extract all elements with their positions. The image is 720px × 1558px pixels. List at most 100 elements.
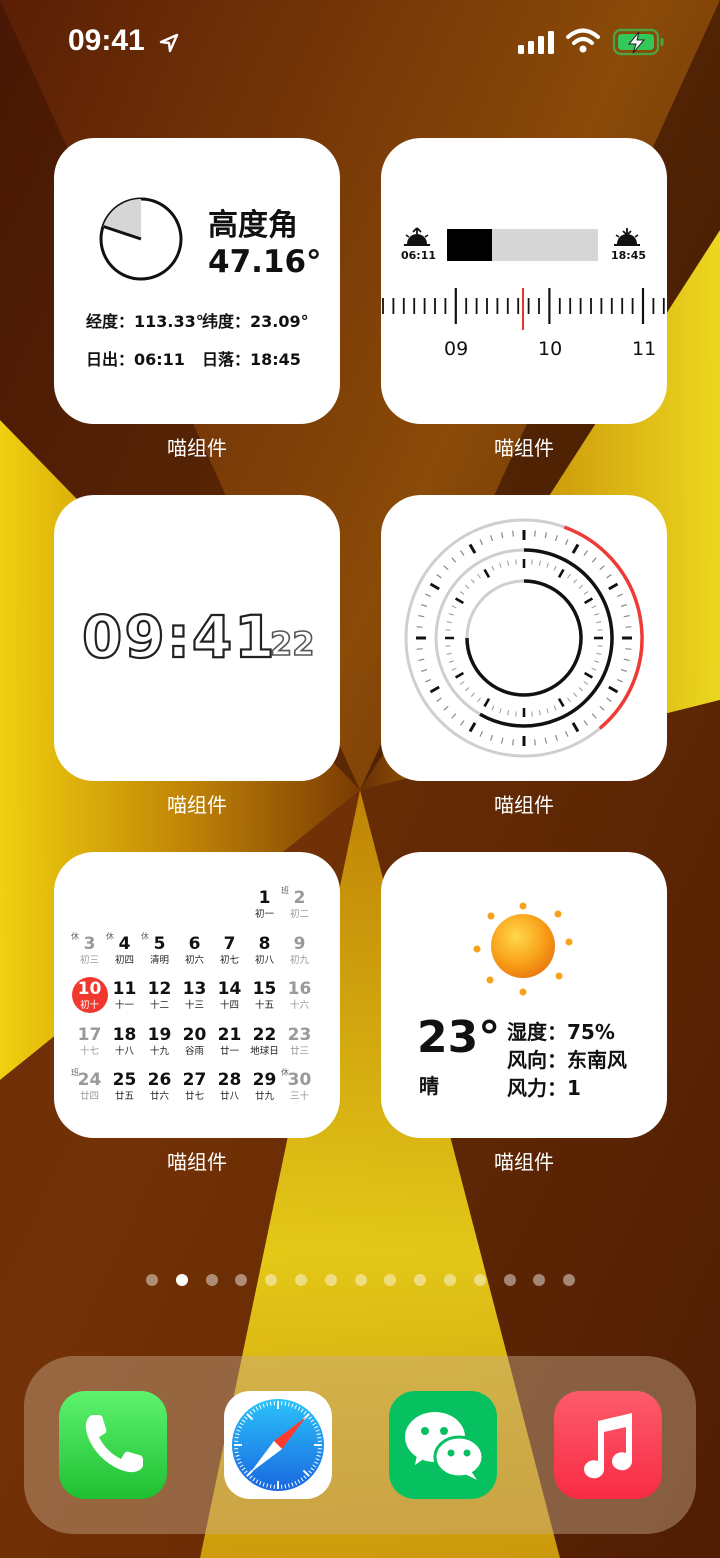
calendar-day-today[interactable]: 10 初十 bbox=[72, 973, 108, 1019]
page-dot[interactable] bbox=[414, 1274, 427, 1286]
music-app-icon[interactable] bbox=[554, 1391, 662, 1499]
page-dot[interactable] bbox=[235, 1274, 248, 1286]
calendar-day[interactable]: 27 廿七 bbox=[177, 1064, 212, 1110]
calendar-day[interactable]: 21 廿一 bbox=[212, 1019, 247, 1065]
calendar-day[interactable]: 2 初二班 bbox=[281, 882, 317, 928]
calendar-day[interactable]: 13 十三 bbox=[177, 973, 212, 1019]
calendar-lunar-label: 十二 bbox=[149, 1000, 169, 1011]
calendar-day[interactable]: 18 十八 bbox=[107, 1019, 142, 1065]
middle-tick bbox=[557, 568, 565, 579]
widget-label: 喵组件 bbox=[167, 436, 227, 460]
calendar-day[interactable]: 1 初一 bbox=[247, 882, 282, 928]
page-dot[interactable] bbox=[324, 1274, 337, 1286]
safari-app-icon[interactable] bbox=[224, 1391, 332, 1499]
calendar-day-number: 14 bbox=[217, 979, 242, 999]
calendar-lunar-label: 十五 bbox=[254, 1000, 274, 1011]
middle-tick bbox=[451, 605, 457, 609]
calendar-day[interactable]: 12 十二 bbox=[142, 973, 177, 1019]
calendar-lunar-label: 廿三 bbox=[289, 1045, 309, 1057]
calendar-day-number: 10 bbox=[77, 979, 102, 999]
calendar-day[interactable]: 5 清明休 bbox=[141, 928, 177, 974]
calendar-day[interactable]: 20 谷雨 bbox=[177, 1019, 212, 1065]
page-dot[interactable] bbox=[205, 1274, 218, 1286]
calendar-day[interactable]: 7 初七 bbox=[212, 928, 247, 974]
outer-tick bbox=[620, 604, 627, 608]
calendar-lunar-label: 初十 bbox=[79, 1000, 99, 1011]
widget-label: 喵组件 bbox=[494, 1150, 554, 1174]
page-indicator[interactable] bbox=[0, 1270, 720, 1290]
outer-tick bbox=[416, 648, 423, 650]
calendar-lunar-label: 初九 bbox=[289, 954, 309, 966]
page-dot[interactable] bbox=[265, 1274, 278, 1286]
calendar-lunar-label: 初六 bbox=[184, 954, 204, 966]
outer-tick bbox=[512, 739, 514, 746]
calendar-day[interactable]: 30 三十休 bbox=[281, 1064, 317, 1110]
page-dot[interactable] bbox=[444, 1274, 456, 1286]
calendar-day[interactable]: 9 初九 bbox=[282, 928, 317, 974]
calendar-day[interactable]: 15 十五 bbox=[247, 973, 282, 1019]
sun-angle-pie-icon bbox=[99, 197, 184, 281]
calendar-day[interactable]: 6 初六 bbox=[177, 928, 212, 974]
outer-tick bbox=[425, 678, 432, 683]
minutes-arc bbox=[479, 548, 614, 728]
calendar-day[interactable]: 25 廿五 bbox=[107, 1064, 142, 1110]
calendar-day[interactable]: 19 十九 bbox=[142, 1019, 177, 1065]
sunrise-time: 06:11 bbox=[401, 249, 437, 262]
compass-tick bbox=[269, 1401, 272, 1406]
calendar-day[interactable]: 3 初三休 bbox=[71, 928, 107, 974]
calendar-day[interactable]: 14 十四 bbox=[212, 973, 247, 1019]
calendar-day[interactable]: 24 廿四班 bbox=[71, 1064, 107, 1110]
phone-app-icon[interactable] bbox=[59, 1391, 167, 1499]
page-dot-active[interactable] bbox=[175, 1274, 188, 1286]
calendar-widget[interactable]: 1 初一 2 初二班 3 初三休 4 初四休 5 清明休 6 初六 7 初七 8 初八 9 初九 10 初十 11 十一 1… bbox=[54, 852, 340, 1138]
calendar-day[interactable]: 23 廿三 bbox=[282, 1019, 317, 1065]
outer-tick bbox=[421, 604, 428, 608]
outer-tick bbox=[544, 532, 548, 539]
outer-tick bbox=[623, 658, 630, 662]
middle-tick bbox=[515, 559, 517, 565]
middle-tick bbox=[583, 671, 594, 679]
analog-ring-clock-widget[interactable] bbox=[381, 495, 667, 781]
calendar-day[interactable]: 26 廿六 bbox=[142, 1064, 177, 1110]
outer-tick bbox=[620, 668, 627, 672]
calendar-day[interactable]: 11 十一 bbox=[107, 973, 142, 1019]
page-dot[interactable] bbox=[563, 1274, 576, 1286]
calendar-day[interactable]: 29 廿九 bbox=[247, 1064, 282, 1110]
page-dot[interactable] bbox=[146, 1274, 158, 1286]
calendar-day[interactable]: 16 十六 bbox=[282, 973, 317, 1019]
middle-tick bbox=[591, 667, 597, 671]
calendar-lunar-label: 初八 bbox=[254, 954, 274, 966]
calendar-day[interactable]: 8 初八 bbox=[247, 928, 282, 974]
weather-widget[interactable]: 23° 晴 湿度：75% 风向：东南风 风力：1 bbox=[381, 852, 667, 1138]
page-dot[interactable] bbox=[473, 1274, 486, 1286]
middle-tick bbox=[499, 562, 502, 568]
page-dot[interactable] bbox=[384, 1274, 397, 1286]
digital-clock-widget[interactable]: 09:41 22 bbox=[54, 495, 340, 781]
widget-label: 喵组件 bbox=[494, 793, 554, 817]
sun-timeline-widget[interactable]: 06:11 18:45 09 10 11 bbox=[381, 138, 667, 424]
outer-tick bbox=[451, 557, 457, 563]
middle-tick bbox=[470, 692, 475, 698]
outer-tick bbox=[544, 737, 548, 744]
page-dot[interactable] bbox=[503, 1274, 516, 1286]
calendar-lunar-label: 初二 bbox=[289, 909, 309, 920]
calendar-lunar-label: 初四 bbox=[114, 954, 134, 966]
outer-tick bbox=[608, 685, 619, 694]
calendar-day[interactable]: 22 地球日 bbox=[247, 1019, 282, 1065]
sun-angle-widget[interactable]: 高度角 47.16° 经度：113.33° 纬度：23.09° 日出：06:11… bbox=[54, 138, 340, 424]
middle-tick bbox=[591, 605, 597, 609]
middle-tick bbox=[477, 573, 481, 579]
outer-tick bbox=[591, 557, 597, 563]
page-dot[interactable] bbox=[295, 1274, 307, 1286]
outer-tick bbox=[512, 530, 514, 537]
page-dot[interactable] bbox=[354, 1274, 367, 1286]
calendar-day[interactable]: 28 廿八 bbox=[212, 1064, 247, 1110]
page-dot[interactable] bbox=[533, 1274, 546, 1286]
calendar-day-number: 9 bbox=[293, 933, 306, 954]
calendar-lunar-label: 廿七 bbox=[184, 1091, 204, 1102]
calendar-day[interactable]: 4 初四休 bbox=[106, 928, 142, 974]
wechat-app-icon[interactable] bbox=[389, 1391, 497, 1499]
middle-tick bbox=[515, 711, 517, 717]
calendar-day[interactable]: 17 十七 bbox=[72, 1019, 107, 1065]
widget-label: 喵组件 bbox=[494, 436, 554, 460]
